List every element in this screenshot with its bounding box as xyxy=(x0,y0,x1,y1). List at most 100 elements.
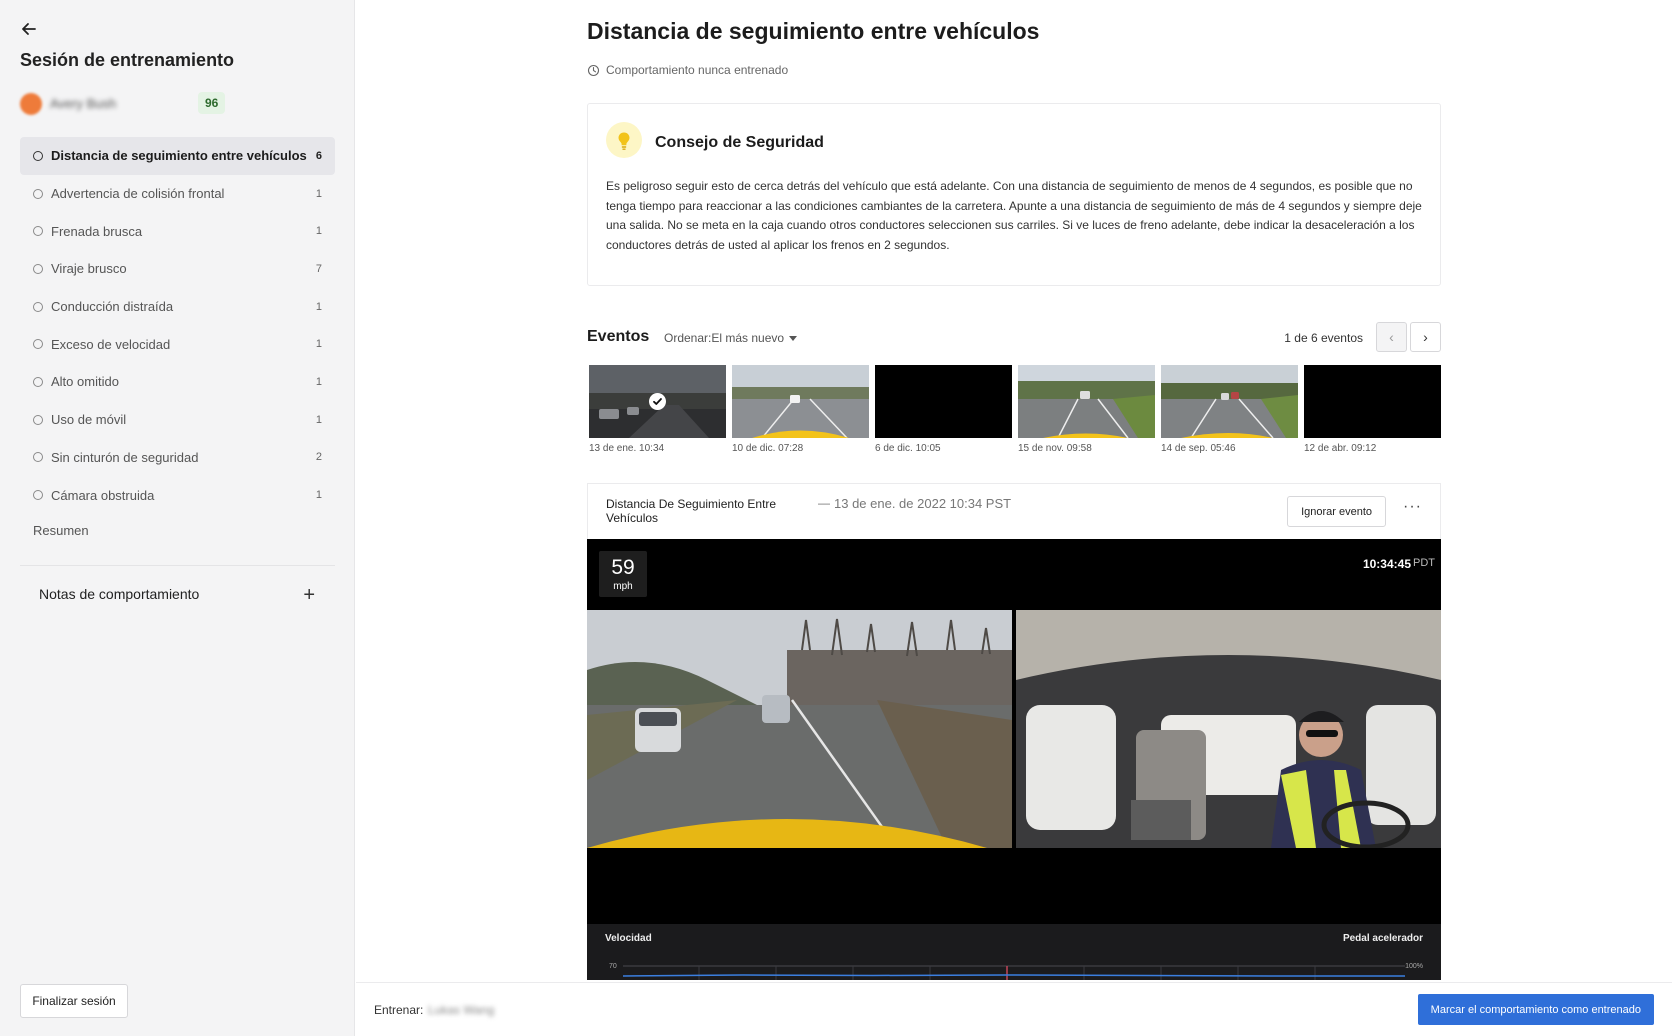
event-thumbnails: 13 de ene. 10:34 10 de dic. 07:28 6 de d… xyxy=(589,365,1443,460)
events-toolbar: Eventos Ordenar:El más nuevo 1 de 6 even… xyxy=(587,322,1441,352)
circle-icon xyxy=(33,301,43,312)
thumbnail-date: 12 de abr. 09:12 xyxy=(1304,443,1377,454)
behavior-notes-row: Notas de comportamiento + xyxy=(39,584,315,608)
event-thumbnail[interactable]: 10 de dic. 07:28 xyxy=(732,365,869,454)
circle-icon xyxy=(33,339,43,350)
event-type-name: Distancia De Seguimiento Entre Vehículos xyxy=(606,497,777,525)
circle-icon xyxy=(33,414,43,425)
circle-icon xyxy=(33,226,43,237)
behavior-label: Exceso de velocidad xyxy=(51,336,171,352)
behavior-item-following-distance[interactable]: Distancia de seguimiento entre vehículos… xyxy=(20,137,335,175)
behavior-label: Viraje brusco xyxy=(51,261,127,277)
behavior-count: 1 xyxy=(315,489,322,502)
session-title: Sesión de entrenamiento xyxy=(20,50,235,70)
selected-check-icon xyxy=(649,393,666,410)
thumbnail-date: 14 de sep. 05:46 xyxy=(1161,443,1236,454)
footer-bar: Entrenar: Lukas Wang Marcar el comportam… xyxy=(356,982,1672,1036)
behavior-item-harsh-brake[interactable]: Frenada brusca 1 xyxy=(20,212,335,250)
caret-down-icon xyxy=(789,335,798,341)
events-count: 1 de 6 eventos xyxy=(1284,331,1363,345)
behavior-item-obstructed-camera[interactable]: Cámara obstruida 1 xyxy=(20,476,335,514)
behavior-count: 2 xyxy=(315,451,322,464)
road-facing-camera xyxy=(587,610,1012,848)
mark-coached-button[interactable]: Marcar el comportamiento como entrenado xyxy=(1417,994,1654,1025)
coach-label: Entrenar: xyxy=(374,1003,424,1017)
event-datetime: 13 de ene. de 2022 10:34 PST xyxy=(834,496,1012,511)
add-note-plus-icon[interactable]: + xyxy=(303,584,315,606)
event-thumbnail[interactable]: 14 de sep. 05:46 xyxy=(1161,365,1298,454)
circle-icon xyxy=(33,188,43,199)
behavior-item-speeding[interactable]: Exceso de velocidad 1 xyxy=(20,325,335,363)
thumbnail-image xyxy=(589,365,726,438)
video-player[interactable]: 59 mph 10:34:45 PDT xyxy=(587,539,1441,924)
telemetry-speed-label: Velocidad xyxy=(605,933,652,944)
speed-unit: mph xyxy=(613,581,633,592)
events-heading: Eventos xyxy=(587,328,650,345)
circle-icon xyxy=(33,150,43,161)
behavior-count: 1 xyxy=(315,375,322,388)
behavior-item-rolling-stop[interactable]: Alto omitido 1 xyxy=(20,363,335,401)
event-thumbnail[interactable]: 15 de nov. 09:58 xyxy=(1018,365,1155,454)
thumbnail-image xyxy=(1161,365,1298,438)
thumbnail-image xyxy=(875,365,1012,438)
telemetry-graph xyxy=(623,965,1405,980)
video-timestamp: 10:34:45 xyxy=(1362,557,1411,571)
sort-dropdown[interactable]: Ordenar:El más nuevo xyxy=(664,331,798,345)
thumbnail-date: 15 de nov. 09:58 xyxy=(1018,443,1092,454)
divider xyxy=(20,565,335,566)
behavior-count: 1 xyxy=(315,338,322,351)
sidebar: Sesión de entrenamiento Avery Bush 96 Di… xyxy=(0,0,355,1036)
summary-link[interactable]: Resumen xyxy=(33,523,89,538)
driver-name: Avery Bush xyxy=(50,96,117,111)
behavior-count: 6 xyxy=(315,149,322,162)
behavior-label: Frenada brusca xyxy=(51,223,143,239)
behavior-item-mobile-usage[interactable]: Uso de móvil 1 xyxy=(20,401,335,439)
behavior-item-no-seatbelt[interactable]: Sin cinturón de seguridad 2 xyxy=(20,439,335,477)
event-detail-header: Distancia De Seguimiento Entre Vehículos… xyxy=(587,483,1441,539)
circle-icon xyxy=(33,490,43,501)
event-thumbnail[interactable]: 12 de abr. 09:12 xyxy=(1304,365,1441,454)
page-title: Distancia de seguimiento entre vehículos xyxy=(587,18,1040,44)
behavior-count: 1 xyxy=(315,225,322,238)
thumbnail-date: 10 de dic. 07:28 xyxy=(732,443,804,454)
finish-session-button[interactable]: Finalizar sesión xyxy=(20,984,128,1018)
behavior-item-harsh-turn[interactable]: Viraje brusco 7 xyxy=(20,250,335,288)
event-separator: — xyxy=(818,496,830,510)
back-arrow-icon[interactable] xyxy=(18,18,40,40)
telemetry-pedal-label: Pedal acelerador xyxy=(1342,933,1423,944)
telemetry-y-right-label: 100% xyxy=(1405,963,1423,970)
safety-tip-title: Consejo de Seguridad xyxy=(655,134,824,151)
circle-icon xyxy=(33,452,43,463)
behavior-label: Sin cinturón de seguridad xyxy=(51,449,199,465)
driver-info: Avery Bush 96 xyxy=(20,92,230,116)
telemetry-y-left-label: 70 xyxy=(609,963,617,970)
circle-icon xyxy=(33,263,43,274)
behavior-label: Conducción distraída xyxy=(51,299,174,315)
driver-facing-camera xyxy=(1016,610,1441,848)
lightbulb-icon xyxy=(606,122,642,158)
safety-tip-card: Consejo de Seguridad Es peligroso seguir… xyxy=(587,103,1441,286)
ignore-event-button[interactable]: Ignorar evento xyxy=(1287,496,1386,527)
thumbnail-image xyxy=(732,365,869,438)
speed-overlay: 59 mph xyxy=(599,551,647,597)
sort-dropdown-label: Ordenar:El más nuevo xyxy=(664,331,785,345)
video-timezone: PDT xyxy=(1413,557,1435,569)
safety-tip-body: Es peligroso seguir esto de cerca detrás… xyxy=(606,179,1422,252)
behavior-count: 1 xyxy=(315,187,322,200)
more-options-icon[interactable]: ··· xyxy=(1403,498,1422,516)
thumbnail-image xyxy=(1304,365,1441,438)
behavior-list: Distancia de seguimiento entre vehículos… xyxy=(20,137,335,514)
behavior-item-forward-collision[interactable]: Advertencia de colisión frontal 1 xyxy=(20,175,335,213)
event-thumbnail[interactable]: 6 de dic. 10:05 xyxy=(875,365,1012,454)
event-thumbnail[interactable]: 13 de ene. 10:34 xyxy=(589,365,726,454)
history-icon xyxy=(587,64,600,76)
coach-name: Lukas Wang xyxy=(428,1003,495,1017)
behavior-item-distracted-driving[interactable]: Conducción distraída 1 xyxy=(20,288,335,326)
history-text: Comportamiento nunca entrenado xyxy=(606,63,789,77)
behavior-label: Advertencia de colisión frontal xyxy=(51,186,225,202)
next-event-button[interactable]: › xyxy=(1410,322,1441,352)
behavior-label: Alto omitido xyxy=(51,374,119,390)
thumbnail-date: 13 de ene. 10:34 xyxy=(589,443,665,454)
thumbnail-image xyxy=(1018,365,1155,438)
prev-event-button[interactable]: ‹ xyxy=(1376,322,1407,352)
